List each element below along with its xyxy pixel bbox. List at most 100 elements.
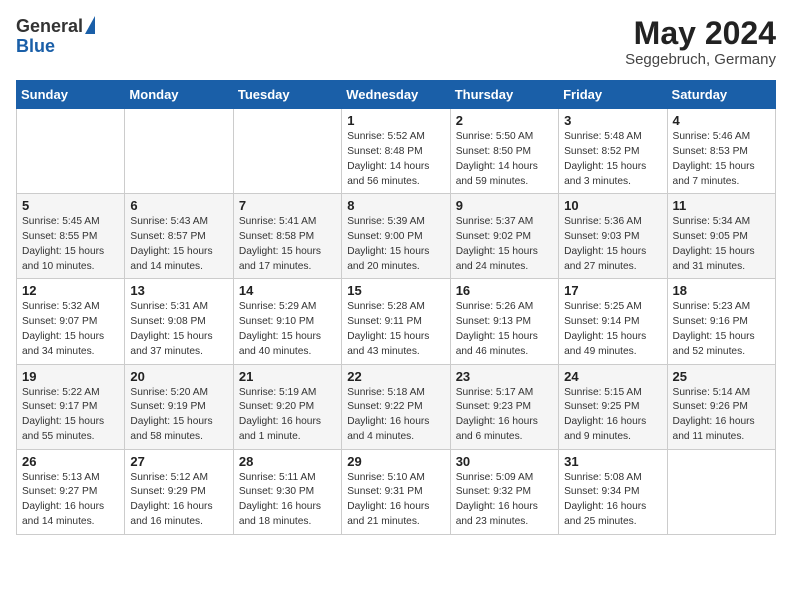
calendar-cell: 23 Sunrise: 5:17 AM Sunset: 9:23 PM Dayli… [450,364,558,449]
calendar-cell: 9 Sunrise: 5:37 AM Sunset: 9:02 PM Daylig… [450,194,558,279]
calendar-cell: 3 Sunrise: 5:48 AM Sunset: 8:52 PM Daylig… [559,109,667,194]
day-info: Sunrise: 5:08 AM Sunset: 9:34 PM Dayligh… [564,471,661,530]
day-number: 1 [347,113,444,128]
calendar-cell: 7 Sunrise: 5:41 AM Sunset: 8:58 PM Daylig… [233,194,341,279]
day-number: 7 [239,198,336,213]
day-number: 31 [564,454,661,469]
calendar-cell: 13 Sunrise: 5:31 AM Sunset: 9:08 PM Dayli… [125,279,233,364]
calendar-week-row: 19 Sunrise: 5:22 AM Sunset: 9:17 PM Dayli… [17,364,776,449]
calendar-cell: 22 Sunrise: 5:18 AM Sunset: 9:22 PM Dayli… [342,364,450,449]
day-info: Sunrise: 5:32 AM Sunset: 9:07 PM Dayligh… [22,300,119,359]
day-number: 8 [347,198,444,213]
calendar-cell: 20 Sunrise: 5:20 AM Sunset: 9:19 PM Dayli… [125,364,233,449]
calendar-cell: 1 Sunrise: 5:52 AM Sunset: 8:48 PM Daylig… [342,109,450,194]
calendar-cell: 28Sunrise: 5:11 AM Sunset: 9:30 PM Dayli… [233,449,341,534]
weekday-header-monday: Monday [125,81,233,109]
weekday-header-row: SundayMondayTuesdayWednesdayThursdayFrid… [17,81,776,109]
day-number: 2 [456,113,553,128]
calendar-cell [125,109,233,194]
day-number: 11 [673,198,770,213]
calendar-week-row: 12 Sunrise: 5:32 AM Sunset: 9:07 PM Dayli… [17,279,776,364]
day-number: 9 [456,198,553,213]
calendar-cell [17,109,125,194]
day-number: 13 [130,283,227,298]
day-info: Sunrise: 5:19 AM Sunset: 9:20 PM Dayligh… [239,386,336,445]
day-info: Sunrise: 5:15 AM Sunset: 9:25 PM Dayligh… [564,386,661,445]
logo-text: General Blue [16,16,95,55]
calendar-cell: 24 Sunrise: 5:15 AM Sunset: 9:25 PM Dayli… [559,364,667,449]
day-number: 14 [239,283,336,298]
calendar-week-row: 1 Sunrise: 5:52 AM Sunset: 8:48 PM Daylig… [17,109,776,194]
logo-general-text: General [16,16,83,37]
calendar-cell: 18Sunrise: 5:23 AM Sunset: 9:16 PM Dayli… [667,279,775,364]
day-number: 27 [130,454,227,469]
calendar-cell: 31 Sunrise: 5:08 AM Sunset: 9:34 PM Dayli… [559,449,667,534]
day-info: Sunrise: 5:13 AM Sunset: 9:27 PM Dayligh… [22,471,119,530]
day-info: Sunrise: 5:17 AM Sunset: 9:23 PM Dayligh… [456,386,553,445]
day-info: Sunrise: 5:37 AM Sunset: 9:02 PM Dayligh… [456,215,553,274]
calendar-cell: 8 Sunrise: 5:39 AM Sunset: 9:00 PM Daylig… [342,194,450,279]
day-info: Sunrise: 5:28 AM Sunset: 9:11 PM Dayligh… [347,300,444,359]
day-info: Sunrise: 5:22 AM Sunset: 9:17 PM Dayligh… [22,386,119,445]
day-number: 5 [22,198,119,213]
day-number: 30 [456,454,553,469]
calendar-cell: 4 Sunrise: 5:46 AM Sunset: 8:53 PM Daylig… [667,109,775,194]
calendar-cell: 10Sunrise: 5:36 AM Sunset: 9:03 PM Dayli… [559,194,667,279]
weekday-header-friday: Friday [559,81,667,109]
day-info: Sunrise: 5:46 AM Sunset: 8:53 PM Dayligh… [673,130,770,189]
day-info: Sunrise: 5:50 AM Sunset: 8:50 PM Dayligh… [456,130,553,189]
title-area: May 2024 Seggebruch, Germany [625,16,776,68]
day-info: Sunrise: 5:12 AM Sunset: 9:29 PM Dayligh… [130,471,227,530]
calendar-cell: 30Sunrise: 5:09 AM Sunset: 9:32 PM Dayli… [450,449,558,534]
location-subtitle: Seggebruch, Germany [625,51,776,68]
day-info: Sunrise: 5:29 AM Sunset: 9:10 PM Dayligh… [239,300,336,359]
calendar-cell: 29 Sunrise: 5:10 AM Sunset: 9:31 PM Dayli… [342,449,450,534]
page-header: General Blue May 2024 Seggebruch, German… [16,16,776,68]
day-number: 19 [22,369,119,384]
logo-icon [85,16,95,34]
day-number: 26 [22,454,119,469]
day-number: 3 [564,113,661,128]
day-number: 20 [130,369,227,384]
weekday-header-wednesday: Wednesday [342,81,450,109]
calendar-cell: 19 Sunrise: 5:22 AM Sunset: 9:17 PM Dayli… [17,364,125,449]
weekday-header-sunday: Sunday [17,81,125,109]
calendar-header: SundayMondayTuesdayWednesdayThursdayFrid… [17,81,776,109]
weekday-header-saturday: Saturday [667,81,775,109]
day-info: Sunrise: 5:36 AM Sunset: 9:03 PM Dayligh… [564,215,661,274]
day-info: Sunrise: 5:18 AM Sunset: 9:22 PM Dayligh… [347,386,444,445]
day-number: 4 [673,113,770,128]
calendar-cell: 26 Sunrise: 5:13 AM Sunset: 9:27 PM Dayli… [17,449,125,534]
day-number: 12 [22,283,119,298]
day-number: 6 [130,198,227,213]
day-info: Sunrise: 5:45 AM Sunset: 8:55 PM Dayligh… [22,215,119,274]
day-number: 29 [347,454,444,469]
day-info: Sunrise: 5:34 AM Sunset: 9:05 PM Dayligh… [673,215,770,274]
weekday-header-thursday: Thursday [450,81,558,109]
calendar-cell: 21 Sunrise: 5:19 AM Sunset: 9:20 PM Dayli… [233,364,341,449]
calendar-cell: 14 Sunrise: 5:29 AM Sunset: 9:10 PM Dayli… [233,279,341,364]
day-info: Sunrise: 5:52 AM Sunset: 8:48 PM Dayligh… [347,130,444,189]
day-number: 23 [456,369,553,384]
calendar-week-row: 26 Sunrise: 5:13 AM Sunset: 9:27 PM Dayli… [17,449,776,534]
calendar-cell: 16Sunrise: 5:26 AM Sunset: 9:13 PM Dayli… [450,279,558,364]
day-info: Sunrise: 5:39 AM Sunset: 9:00 PM Dayligh… [347,215,444,274]
calendar-cell: 27 Sunrise: 5:12 AM Sunset: 9:29 PM Dayli… [125,449,233,534]
day-number: 21 [239,369,336,384]
day-number: 22 [347,369,444,384]
calendar-cell [233,109,341,194]
day-info: Sunrise: 5:41 AM Sunset: 8:58 PM Dayligh… [239,215,336,274]
day-info: Sunrise: 5:31 AM Sunset: 9:08 PM Dayligh… [130,300,227,359]
day-info: Sunrise: 5:48 AM Sunset: 8:52 PM Dayligh… [564,130,661,189]
day-number: 28 [239,454,336,469]
day-info: Sunrise: 5:43 AM Sunset: 8:57 PM Dayligh… [130,215,227,274]
day-number: 24 [564,369,661,384]
calendar-table: SundayMondayTuesdayWednesdayThursdayFrid… [16,80,776,535]
day-info: Sunrise: 5:10 AM Sunset: 9:31 PM Dayligh… [347,471,444,530]
day-number: 16 [456,283,553,298]
calendar-cell: 11 Sunrise: 5:34 AM Sunset: 9:05 PM Dayli… [667,194,775,279]
calendar-cell: 25Sunrise: 5:14 AM Sunset: 9:26 PM Dayli… [667,364,775,449]
calendar-cell: 5 Sunrise: 5:45 AM Sunset: 8:55 PM Daylig… [17,194,125,279]
day-info: Sunrise: 5:20 AM Sunset: 9:19 PM Dayligh… [130,386,227,445]
logo: General Blue [16,16,95,55]
